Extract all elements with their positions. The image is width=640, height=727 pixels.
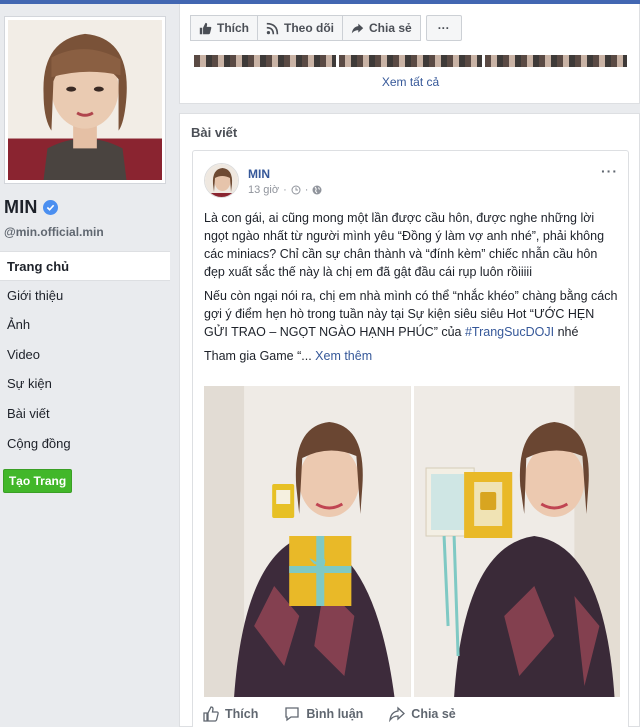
- post-comment-button[interactable]: Bình luận: [284, 706, 363, 722]
- page-name-row: MIN: [4, 197, 58, 218]
- post-share-label: Chia sẻ: [411, 707, 456, 721]
- posts-panel: Bài viết MIN 13 giờ · · ··· Là con gái, …: [179, 113, 640, 727]
- nav-item-posts[interactable]: Bài viết: [0, 399, 170, 429]
- like-page-button[interactable]: Thích: [190, 15, 258, 41]
- clock-icon: [291, 185, 301, 195]
- see-more-link[interactable]: Xem thêm: [312, 349, 372, 363]
- post-paragraph: Tham gia Game “... Xem thêm: [204, 347, 618, 365]
- post-card: MIN 13 giờ · · ··· Là con gái, ai cũng m…: [192, 150, 629, 727]
- posts-header: Bài viết: [191, 125, 238, 140]
- avatar-image: [205, 164, 238, 197]
- verified-badge-icon: [42, 200, 58, 215]
- post-share-button[interactable]: Chia sẻ: [389, 706, 456, 722]
- photo-strip: [180, 55, 640, 67]
- photo-thumbnail[interactable]: [484, 55, 627, 67]
- more-options-button[interactable]: ···: [425, 15, 462, 41]
- post-comment-label: Bình luận: [306, 707, 364, 721]
- nav-item-events[interactable]: Sự kiện: [0, 369, 170, 399]
- post-meta: 13 giờ · ·: [248, 184, 322, 196]
- post-options-button[interactable]: ···: [601, 163, 618, 179]
- like-page-label: Thích: [217, 21, 249, 35]
- page-handle[interactable]: @min.official.min: [4, 225, 104, 239]
- post-actions: Thích Bình luận Chia sẻ: [203, 706, 456, 722]
- post-timestamp[interactable]: 13 giờ: [248, 184, 279, 196]
- post-paragraph: Là con gái, ai cũng mong một lần được cầ…: [204, 211, 605, 279]
- post-like-label: Thích: [225, 707, 259, 721]
- photo-thumbnail[interactable]: [339, 55, 482, 67]
- nav-item-videos[interactable]: Video: [0, 340, 170, 370]
- nav-item-community[interactable]: Cộng đồng: [0, 429, 170, 459]
- share-page-label: Chia sẻ: [369, 21, 412, 35]
- post-paragraph: Nếu còn ngại nói ra, chị em nhà mình có …: [204, 287, 618, 341]
- page-nav: Trang chủ Giới thiệu Ảnh Video Sự kiện B…: [0, 251, 170, 458]
- woman-with-ring-box-image: [413, 386, 620, 697]
- left-sidebar: MIN @min.official.min Trang chủ Giới thi…: [0, 4, 173, 727]
- post-paragraph-end: nhé: [554, 325, 579, 339]
- nav-item-about[interactable]: Giới thiệu: [0, 281, 170, 311]
- share-icon: [351, 23, 364, 33]
- follow-page-label: Theo dõi: [284, 21, 334, 35]
- profile-photo-image: [8, 20, 162, 180]
- hashtag-link[interactable]: #TrangSucDOJI: [465, 325, 554, 339]
- dot-separator: ·: [283, 184, 287, 196]
- follow-page-button[interactable]: Theo dõi: [257, 15, 343, 41]
- rss-follow-icon: [266, 22, 279, 34]
- share-icon: [389, 706, 406, 722]
- photo-thumbnail[interactable]: [194, 55, 337, 67]
- see-all-photos-link[interactable]: Xem tất cả: [180, 75, 640, 89]
- comment-icon: [285, 707, 299, 722]
- globe-icon[interactable]: [312, 185, 322, 195]
- post-author-avatar[interactable]: [204, 163, 239, 198]
- create-page-button[interactable]: Tạo Trang: [3, 469, 72, 493]
- page-name[interactable]: MIN: [4, 197, 38, 218]
- thumbs-up-icon: [199, 22, 212, 34]
- post-text: Là con gái, ai cũng mong một lần được cầ…: [204, 209, 618, 371]
- post-author-name[interactable]: MIN: [248, 167, 270, 181]
- photos-panel: Thích Theo dõi Chia sẻ ··· Xem tất cả: [179, 4, 640, 104]
- post-paragraph-text: Tham gia Game “...: [204, 349, 312, 363]
- post-image[interactable]: [204, 386, 411, 697]
- post-image[interactable]: [413, 386, 620, 697]
- profile-picture[interactable]: [4, 16, 166, 184]
- woman-with-gift-box-image: [204, 386, 411, 697]
- dot-separator: ·: [304, 184, 309, 196]
- share-page-button[interactable]: Chia sẻ: [342, 15, 421, 41]
- page-action-bar: Thích Theo dõi Chia sẻ ···: [190, 15, 462, 41]
- nav-item-photos[interactable]: Ảnh: [0, 310, 170, 340]
- post-image-gallery: [204, 386, 620, 697]
- nav-item-home[interactable]: Trang chủ: [0, 251, 170, 281]
- thumbs-up-icon: [203, 706, 219, 722]
- post-like-button[interactable]: Thích: [203, 706, 258, 722]
